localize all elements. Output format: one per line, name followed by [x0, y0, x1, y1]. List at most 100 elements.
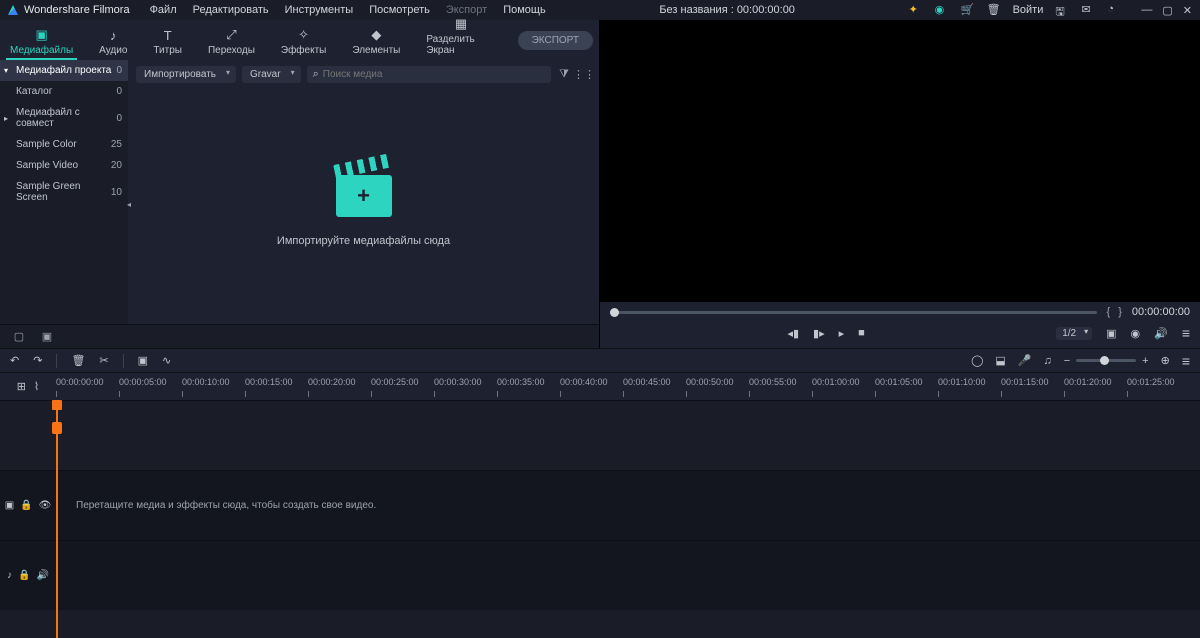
delete-button[interactable]: 🗑: [71, 354, 85, 367]
track-hint: Перетащите медиа и эффекты сюда, чтобы с…: [56, 471, 1200, 540]
mixer-icon[interactable]: ♫: [1043, 355, 1051, 367]
menu-edit[interactable]: Редактировать: [193, 4, 269, 16]
marker-icon[interactable]: ⬓: [995, 354, 1005, 367]
sidebar-item-sample-green[interactable]: Sample Green Screen10: [0, 176, 128, 208]
preview-zoom-select[interactable]: 1/2: [1056, 327, 1092, 340]
preview-panel: {} 00:00:00:00 ◂▮ ▮▸ ▸ ■ 1/2 ▣ ◉ 🔊 ≡: [600, 20, 1200, 348]
mark-out-icon[interactable]: }: [1118, 306, 1122, 318]
sidebar-item-sample-color[interactable]: Sample Color25: [0, 134, 128, 155]
voice-icon[interactable]: 🎤: [1018, 354, 1032, 367]
tab-effects[interactable]: ✧Эффекты: [277, 25, 330, 60]
menu-view[interactable]: Посмотреть: [369, 4, 430, 16]
menu-help[interactable]: Помощь: [503, 4, 546, 16]
ruler-tick: 00:00:25:00: [371, 377, 419, 387]
ruler-tick: 00:01:15:00: [1001, 377, 1049, 387]
login-button[interactable]: Войти: [1013, 4, 1044, 16]
redo-button[interactable]: ↷: [33, 354, 42, 367]
export-button[interactable]: ЭКСПОРТ: [518, 31, 593, 50]
track-add-icon[interactable]: ⊞: [17, 380, 26, 393]
ruler-tick: 00:01:20:00: [1064, 377, 1112, 387]
menu-file[interactable]: Файл: [150, 4, 177, 16]
tab-elements[interactable]: ◆Элементы: [348, 25, 404, 60]
titlebar: Wondershare Filmora Файл Редактировать И…: [0, 0, 1200, 20]
track-link-icon[interactable]: ⌇: [34, 380, 39, 393]
video-track-icon: ▣: [5, 500, 14, 511]
split-icon: ▦: [455, 16, 467, 32]
media-drop-zone[interactable]: Импортируйте медиафайлы сюда: [128, 89, 599, 324]
search-field[interactable]: ⌕: [307, 66, 551, 83]
crop-button[interactable]: ▣: [138, 354, 148, 367]
preview-scrubber[interactable]: [610, 311, 1097, 314]
tab-transitions[interactable]: ⤢Переходы: [204, 25, 259, 60]
notification-icon[interactable]: ◔: [1107, 3, 1121, 17]
ruler-tick: 00:00:50:00: [686, 377, 734, 387]
tab-audio[interactable]: ♪Аудио: [95, 25, 131, 60]
timeline-toolbar: ↶ ↷ 🗑 ✂ ▣ ∿ ◯ ⬓ 🎤 ♫ − + ⊕ ≡: [0, 348, 1200, 372]
step-back-button[interactable]: ▮▸: [813, 327, 825, 340]
eye-icon[interactable]: 👁: [39, 500, 52, 511]
prev-frame-button[interactable]: ◂▮: [787, 327, 799, 340]
shapes-icon: ◆: [371, 27, 381, 43]
cut-button[interactable]: ✂: [99, 354, 108, 367]
app-title: Wondershare Filmora: [24, 4, 130, 16]
save-icon[interactable]: 🖫: [1055, 3, 1069, 17]
audio-detach-icon[interactable]: ∿: [162, 354, 171, 367]
sparkle-icon: ✧: [298, 27, 309, 43]
sidebar-item-shared[interactable]: ▸Медиафайл с совмест0: [0, 102, 128, 134]
timeline-settings-icon[interactable]: ≡: [1182, 353, 1190, 369]
ruler-tick: 00:01:05:00: [875, 377, 923, 387]
mute-icon[interactable]: 🔊: [37, 570, 49, 581]
filter-icon[interactable]: ⧩: [557, 68, 571, 81]
sidebar-item-project-media[interactable]: ▾Медиафайл проекта0: [0, 60, 128, 81]
upgrade-icon[interactable]: ✦: [909, 3, 923, 17]
support-icon[interactable]: ◉: [935, 3, 949, 17]
close-button[interactable]: ✕: [1183, 4, 1192, 17]
text-icon: T: [164, 27, 172, 43]
lock-icon[interactable]: 🔒: [20, 500, 32, 511]
zoom-in-icon[interactable]: +: [1142, 355, 1148, 367]
lock-icon[interactable]: 🔒: [18, 570, 30, 581]
minimize-button[interactable]: —: [1141, 4, 1152, 17]
tab-titles[interactable]: TТитры: [149, 25, 186, 60]
stop-button[interactable]: ■: [858, 327, 865, 339]
undo-button[interactable]: ↶: [10, 354, 19, 367]
tab-split[interactable]: ▦Разделить Экран: [422, 14, 499, 60]
play-button[interactable]: ▸: [839, 327, 845, 340]
timeline-tracks: ▣ 🔒 👁 Перетащите медиа и эффекты сюда, что…: [0, 400, 1200, 610]
ruler-tick: 00:00:45:00: [623, 377, 671, 387]
timeline-ruler[interactable]: ⊞ ⌇ 00:00:00:00 00:00:05:00 00:00:10:00 00:…: [0, 372, 1200, 400]
record-dropdown[interactable]: Gravar: [242, 66, 301, 83]
maximize-button[interactable]: ▢: [1162, 4, 1172, 17]
open-folder-icon[interactable]: ▣: [40, 330, 54, 343]
render-icon[interactable]: ◯: [971, 354, 983, 367]
new-folder-icon[interactable]: ▢: [12, 330, 26, 343]
fullscreen-icon[interactable]: ▣: [1106, 327, 1116, 340]
volume-icon[interactable]: 🔊: [1154, 327, 1168, 340]
playhead[interactable]: [56, 400, 58, 638]
zoom-out-icon[interactable]: −: [1064, 355, 1070, 367]
cart-icon[interactable]: 🛒: [961, 3, 975, 17]
grid-view-icon[interactable]: ⋮⋮: [577, 68, 591, 81]
preview-viewport[interactable]: [600, 20, 1200, 302]
sidebar-collapse-handle[interactable]: ◂: [124, 192, 134, 216]
sidebar-item-catalog[interactable]: Каталог0: [0, 81, 128, 102]
zoom-slider[interactable]: [1076, 359, 1136, 362]
transition-icon: ⤢: [226, 27, 236, 43]
mail-icon[interactable]: ✉: [1081, 3, 1095, 17]
sidebar-item-sample-video[interactable]: Sample Video20: [0, 155, 128, 176]
zoom-fit-icon[interactable]: ⊕: [1161, 354, 1170, 367]
search-input[interactable]: [323, 69, 545, 80]
ruler-tick: 00:00:20:00: [308, 377, 356, 387]
settings-icon[interactable]: ≡: [1182, 325, 1190, 341]
trash-icon[interactable]: 🗑: [987, 3, 1001, 17]
import-dropdown[interactable]: Импортировать: [136, 66, 236, 83]
snapshot-icon[interactable]: ◉: [1131, 327, 1141, 340]
tab-media[interactable]: ▣Медиафайлы: [6, 25, 77, 60]
mark-in-icon[interactable]: {: [1107, 306, 1111, 318]
media-sidebar: ▾Медиафайл проекта0 Каталог0 ▸Медиафайл …: [0, 60, 128, 324]
ruler-tick: 00:00:10:00: [182, 377, 230, 387]
chevron-down-icon: ▾: [4, 66, 8, 75]
ruler-tick: 00:00:05:00: [119, 377, 167, 387]
ruler-tick: 00:00:00:00: [56, 377, 104, 387]
menu-tools[interactable]: Инструменты: [285, 4, 354, 16]
